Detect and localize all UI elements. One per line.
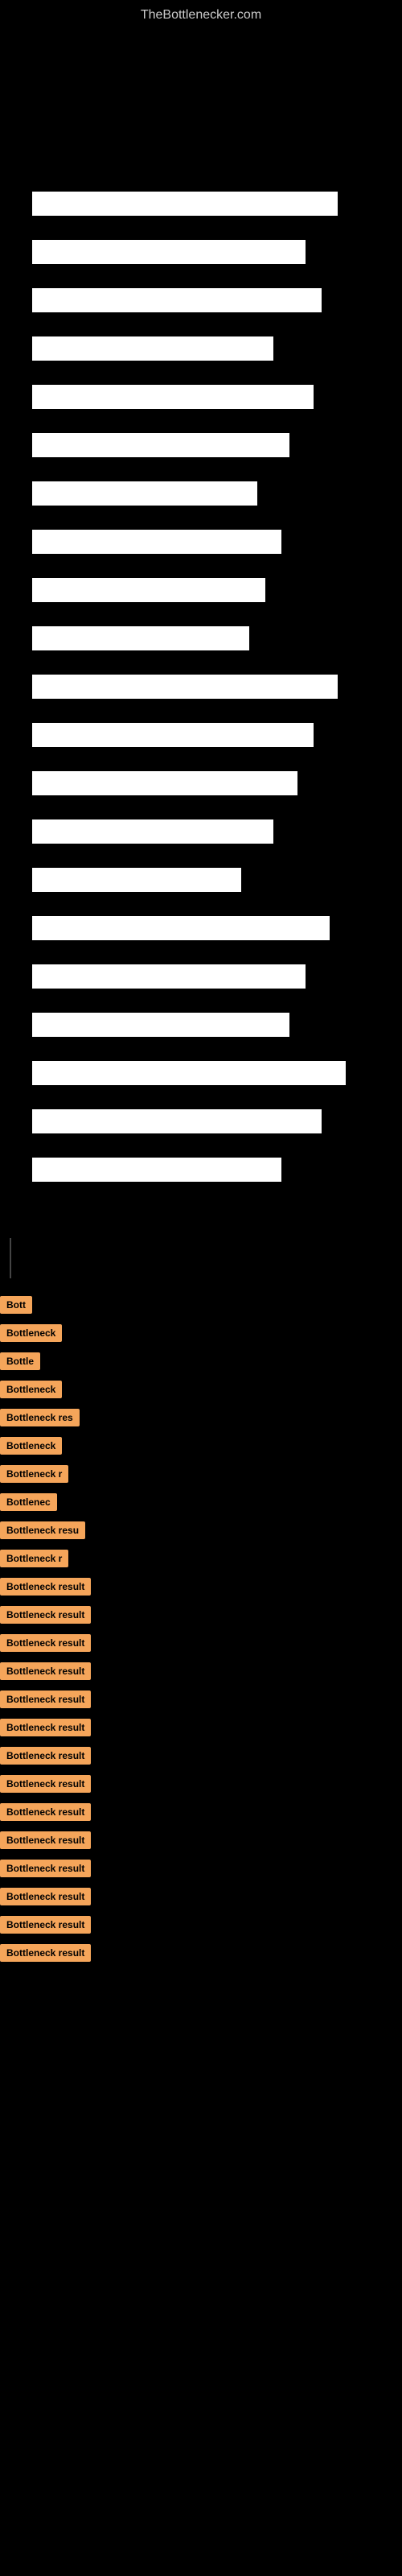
chart-bar-4 [32,385,314,409]
axis-area [2,1238,402,1286]
bottleneck-item-20: Bottleneck result [0,1858,402,1883]
bottleneck-item-5: Bottleneck [0,1435,402,1460]
bottleneck-item-17: Bottleneck result [0,1773,402,1798]
bottleneck-item-12: Bottleneck result [0,1633,402,1657]
bottleneck-item-3: Bottleneck [0,1379,402,1404]
bottleneck-badge-0: Bott [0,1296,32,1314]
bottleneck-badge-15: Bottleneck result [0,1719,91,1736]
bottleneck-item-11: Bottleneck result [0,1604,402,1629]
chart-bar-12 [32,771,297,795]
bottleneck-item-21: Bottleneck result [0,1886,402,1911]
bottleneck-item-0: Bott [0,1294,402,1319]
bottleneck-item-2: Bottle [0,1351,402,1376]
chart-bar-17 [32,1013,289,1037]
y-axis-line [10,1238,11,1278]
chart-bar-20 [32,1158,281,1182]
bottleneck-badge-18: Bottleneck result [0,1803,91,1821]
bottleneck-badge-16: Bottleneck result [0,1747,91,1765]
bottleneck-badge-12: Bottleneck result [0,1634,91,1652]
bottleneck-badge-4: Bottleneck res [0,1409,80,1426]
chart-bar-18 [32,1061,346,1085]
bottleneck-badge-8: Bottleneck resu [0,1521,85,1539]
bottleneck-badge-11: Bottleneck result [0,1606,91,1624]
bar-chart [16,31,386,1238]
chart-bar-9 [32,626,249,650]
bottleneck-item-14: Bottleneck result [0,1689,402,1714]
chart-bar-14 [32,868,241,892]
bottleneck-badge-14: Bottleneck result [0,1690,91,1708]
chart-bar-10 [32,675,338,699]
bottleneck-item-6: Bottleneck r [0,1463,402,1488]
bottleneck-results-list: Bott Bottleneck Bottle Bottleneck Bottleneck… [0,1286,402,1979]
chart-bar-8 [32,578,265,602]
bottleneck-item-9: Bottleneck r [0,1548,402,1573]
bottleneck-item-23: Bottleneck result [0,1942,402,1967]
bottleneck-item-18: Bottleneck result [0,1802,402,1827]
site-title: TheBottlenecker.com [0,0,402,31]
bottleneck-item-13: Bottleneck result [0,1661,402,1686]
chart-bar-15 [32,916,330,940]
bottleneck-badge-22: Bottleneck result [0,1916,91,1934]
bottleneck-badge-20: Bottleneck result [0,1860,91,1877]
chart-bar-16 [32,964,306,989]
bottleneck-item-1: Bottleneck [0,1323,402,1348]
bottleneck-badge-7: Bottlenec [0,1493,57,1511]
bottleneck-badge-10: Bottleneck result [0,1578,91,1596]
bottleneck-badge-21: Bottleneck result [0,1888,91,1905]
bottleneck-item-4: Bottleneck res [0,1407,402,1432]
chart-bar-7 [32,530,281,554]
bottleneck-item-7: Bottlenec [0,1492,402,1517]
chart-bar-2 [32,288,322,312]
bottleneck-badge-9: Bottleneck r [0,1550,68,1567]
bottleneck-badge-2: Bottle [0,1352,40,1370]
bottleneck-badge-6: Bottleneck r [0,1465,68,1483]
bottleneck-item-15: Bottleneck result [0,1717,402,1742]
chart-bar-0 [32,192,338,216]
bottleneck-badge-13: Bottleneck result [0,1662,91,1680]
bottleneck-item-22: Bottleneck result [0,1914,402,1939]
bottleneck-item-16: Bottleneck result [0,1745,402,1770]
bottleneck-badge-1: Bottleneck [0,1324,62,1342]
bottleneck-item-19: Bottleneck result [0,1830,402,1855]
bottleneck-badge-19: Bottleneck result [0,1831,91,1849]
bottleneck-badge-5: Bottleneck [0,1437,62,1455]
chart-bar-13 [32,819,273,844]
bottleneck-badge-17: Bottleneck result [0,1775,91,1793]
chart-bar-5 [32,433,289,457]
chart-bar-6 [32,481,257,506]
bottleneck-badge-3: Bottleneck [0,1381,62,1398]
chart-bar-11 [32,723,314,747]
chart-container [16,31,386,1238]
chart-bar-19 [32,1109,322,1133]
bottleneck-item-10: Bottleneck result [0,1576,402,1601]
bottleneck-badge-23: Bottleneck result [0,1944,91,1962]
chart-bar-1 [32,240,306,264]
bottleneck-item-8: Bottleneck resu [0,1520,402,1545]
chart-bar-3 [32,336,273,361]
